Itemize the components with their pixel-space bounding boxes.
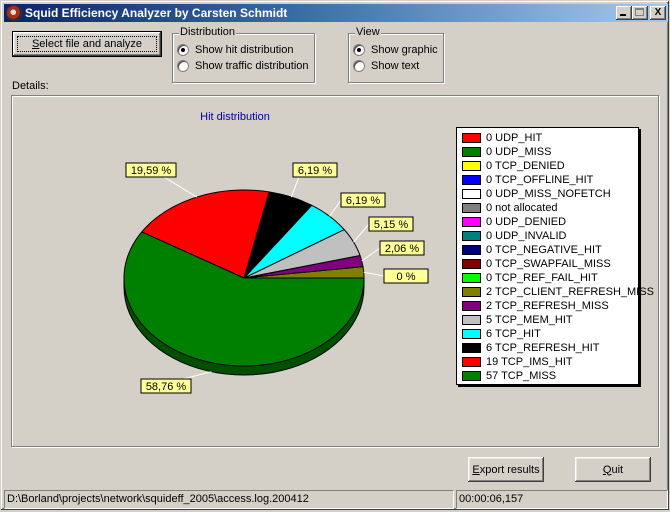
legend-item: 19 TCP_IMS_HIT <box>462 355 573 369</box>
quit-button[interactable]: Quit <box>575 457 651 482</box>
legend-label: 0 UDP_DENIED <box>486 216 567 228</box>
legend-item: 2 TCP_REFRESH_MISS <box>462 299 609 313</box>
legend-swatch <box>462 301 481 311</box>
status-bar: D:\Borland\projects\network\squideff_200… <box>4 490 668 509</box>
pie-label-leader <box>182 371 212 380</box>
legend-item: 0 UDP_INVALID <box>462 229 567 243</box>
pie-slices <box>123 189 365 367</box>
pie-data-label-text: 2,06 % <box>385 243 419 255</box>
legend-label: 0 TCP_OFFLINE_HIT <box>486 174 594 186</box>
legend-label: 2 TCP_REFRESH_MISS <box>486 300 609 312</box>
export-results-button[interactable]: Export results <box>468 457 544 482</box>
pie-data-label: 0 % <box>383 268 429 284</box>
legend-label: 0 not allocated <box>486 202 558 214</box>
legend-swatch <box>462 273 481 283</box>
legend-swatch <box>462 175 481 185</box>
legend-label: 57 TCP_MISS <box>486 370 557 382</box>
legend-item: 2 TCP_CLIENT_REFRESH_MISS <box>462 285 654 299</box>
legend-label: 0 UDP_MISS <box>486 146 552 158</box>
legend-swatch <box>462 329 481 339</box>
quit-label: Quit <box>602 463 624 476</box>
legend-label: 0 TCP_NEGATIVE_HIT <box>486 244 602 256</box>
pie-data-label: 6,19 % <box>340 192 386 208</box>
legend-item: 0 UDP_MISS_NOFETCH <box>462 187 611 201</box>
pie-data-label: 5,15 % <box>368 216 414 232</box>
status-file-path: D:\Borland\projects\network\squideff_200… <box>4 490 454 509</box>
legend-label: 5 TCP_MEM_HIT <box>486 314 573 326</box>
legend-item: 6 TCP_REFRESH_HIT <box>462 341 600 355</box>
legend-swatch <box>462 189 481 199</box>
pie-data-label-text: 19,59 % <box>131 165 172 177</box>
legend-item: 0 UDP_HIT <box>462 131 542 145</box>
legend-swatch <box>462 133 481 143</box>
legend-label: 0 TCP_DENIED <box>486 160 565 172</box>
pie-label-leader <box>361 247 381 262</box>
legend-item: 57 TCP_MISS <box>462 369 556 383</box>
main-window: Squid Efficiency Analyzer by Carsten Sch… <box>0 0 670 511</box>
legend-swatch <box>462 161 481 171</box>
legend-swatch <box>462 203 481 213</box>
legend-label: 6 TCP_REFRESH_HIT <box>486 342 600 354</box>
legend-swatch <box>462 315 481 325</box>
pie-label-leader <box>163 176 197 198</box>
legend-swatch <box>462 245 481 255</box>
legend-swatch <box>462 217 481 227</box>
legend-item: 0 TCP_SWAPFAIL_MISS <box>462 257 611 271</box>
legend-swatch <box>462 259 481 269</box>
legend-item: 0 TCP_REF_FAIL_HIT <box>462 271 598 285</box>
legend-label: 0 TCP_SWAPFAIL_MISS <box>486 258 611 270</box>
legend-label: 2 TCP_CLIENT_REFRESH_MISS <box>486 286 654 298</box>
pie-data-label: 58,76 % <box>140 378 192 394</box>
legend-swatch <box>462 231 481 241</box>
export-results-label: Export results <box>472 463 540 476</box>
chart-legend: 0 UDP_HIT 0 UDP_MISS 0 TCP_DENIED 0 TCP_OFF… <box>456 127 654 385</box>
legend-item: 6 TCP_HIT <box>462 327 541 341</box>
pie-data-label-text: 5,15 % <box>374 219 408 231</box>
pie-data-label: 19,59 % <box>125 162 177 178</box>
legend-item: 0 UDP_MISS <box>462 145 551 159</box>
legend-swatch <box>462 287 481 297</box>
legend-item: 0 TCP_DENIED <box>462 159 565 173</box>
legend-label: 0 UDP_INVALID <box>486 230 567 242</box>
legend-label: 0 UDP_HIT <box>486 132 543 144</box>
legend-label: 0 UDP_MISS_NOFETCH <box>486 188 611 200</box>
legend-item: 0 not allocated <box>462 201 558 215</box>
pie-data-label-text: 58,76 % <box>146 381 187 393</box>
pie-label-leader <box>290 176 300 198</box>
chart-title: Hit distribution <box>200 111 270 123</box>
legend-swatch <box>462 357 481 367</box>
pie-data-label: 2,06 % <box>379 240 425 256</box>
legend-swatch <box>462 147 481 157</box>
pie-label-leader <box>329 199 342 217</box>
legend-item: 0 UDP_DENIED <box>462 215 566 229</box>
legend-label: 0 TCP_REF_FAIL_HIT <box>486 272 598 284</box>
legend-item: 5 TCP_MEM_HIT <box>462 313 573 327</box>
legend-item: 0 TCP_OFFLINE_HIT <box>462 173 593 187</box>
legend-label: 6 TCP_HIT <box>486 328 541 340</box>
pie-label-leader <box>353 223 370 243</box>
legend-swatch <box>462 343 481 353</box>
pie-data-label-text: 6,19 % <box>298 165 332 177</box>
legend-label: 19 TCP_IMS_HIT <box>486 356 573 368</box>
pie-data-label: 6,19 % <box>292 162 338 178</box>
status-elapsed-time: 00:00:06,157 <box>456 490 668 509</box>
pie-data-label-text: 6,19 % <box>346 195 380 207</box>
legend-item: 0 TCP_NEGATIVE_HIT <box>462 243 602 257</box>
pie-label-leader <box>363 271 385 277</box>
pie-data-label-text: 0 % <box>397 271 416 283</box>
legend-swatch <box>462 371 481 381</box>
